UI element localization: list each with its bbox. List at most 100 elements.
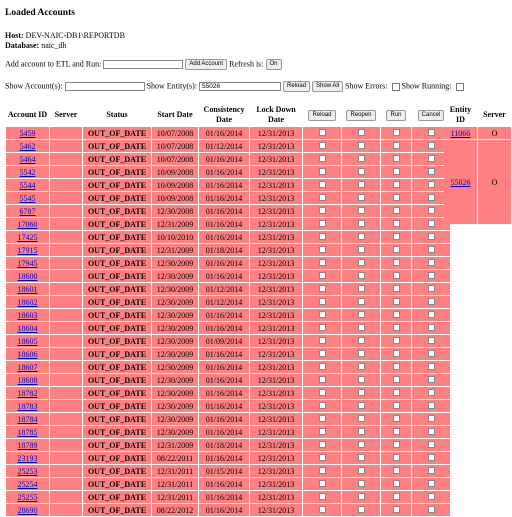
reopen-all-button[interactable]: Reopen [346, 109, 376, 121]
reopen-checkbox[interactable] [357, 440, 365, 448]
run-checkbox[interactable] [392, 232, 400, 240]
reopen-checkbox[interactable] [357, 167, 365, 175]
reopen-checkbox[interactable] [357, 362, 365, 370]
reopen-checkbox[interactable] [357, 336, 365, 344]
account-id-link[interactable]: 6787 [20, 207, 36, 216]
reopen-checkbox[interactable] [357, 401, 365, 409]
reopen-checkbox[interactable] [357, 193, 365, 201]
account-id-link[interactable]: 18604 [18, 324, 38, 333]
run-checkbox[interactable] [392, 297, 400, 305]
run-all-button[interactable]: Run [386, 109, 406, 121]
reload-checkbox[interactable] [318, 284, 326, 292]
reload-checkbox[interactable] [318, 323, 326, 331]
account-id-link[interactable]: 18608 [18, 376, 38, 385]
cancel-checkbox[interactable] [427, 219, 435, 227]
cancel-checkbox[interactable] [427, 258, 435, 266]
run-checkbox[interactable] [392, 219, 400, 227]
cancel-checkbox[interactable] [427, 388, 435, 396]
show-running-checkbox[interactable] [455, 82, 464, 91]
cancel-checkbox[interactable] [427, 427, 435, 435]
reopen-checkbox[interactable] [357, 258, 365, 266]
account-id-link[interactable]: 5544 [20, 181, 36, 190]
reload-checkbox[interactable] [318, 414, 326, 422]
reopen-checkbox[interactable] [357, 232, 365, 240]
reload-checkbox[interactable] [318, 219, 326, 227]
run-checkbox[interactable] [392, 154, 400, 162]
cancel-checkbox[interactable] [427, 167, 435, 175]
reload-checkbox[interactable] [318, 388, 326, 396]
run-checkbox[interactable] [392, 466, 400, 474]
account-id-link[interactable]: 18603 [18, 311, 38, 320]
cancel-checkbox[interactable] [427, 141, 435, 149]
cancel-all-button[interactable]: Cancel [417, 109, 445, 121]
account-id-link[interactable]: 18605 [18, 337, 38, 346]
reload-filter-button[interactable]: Reload [283, 81, 311, 92]
reload-checkbox[interactable] [318, 310, 326, 318]
add-account-button[interactable]: Add Account [185, 59, 228, 70]
account-id-link[interactable]: 25255 [18, 493, 38, 502]
cancel-checkbox[interactable] [427, 271, 435, 279]
cancel-checkbox[interactable] [427, 323, 435, 331]
account-id-link[interactable]: 18782 [18, 389, 38, 398]
reopen-checkbox[interactable] [357, 479, 365, 487]
reopen-checkbox[interactable] [357, 427, 365, 435]
account-id-link[interactable]: 25253 [18, 467, 38, 476]
cancel-checkbox[interactable] [427, 440, 435, 448]
reload-all-button[interactable]: Reload [308, 109, 336, 121]
reopen-checkbox[interactable] [357, 388, 365, 396]
reopen-checkbox[interactable] [357, 284, 365, 292]
account-id-link[interactable]: 25254 [18, 480, 38, 489]
run-checkbox[interactable] [392, 180, 400, 188]
account-id-link[interactable]: 5464 [20, 155, 36, 164]
cancel-checkbox[interactable] [427, 453, 435, 461]
entity-id-link[interactable]: 55026 [450, 178, 470, 187]
cancel-checkbox[interactable] [427, 245, 435, 253]
reopen-checkbox[interactable] [357, 323, 365, 331]
run-checkbox[interactable] [392, 414, 400, 422]
reload-checkbox[interactable] [318, 336, 326, 344]
entity-id-link[interactable]: 11066 [451, 129, 471, 138]
reload-checkbox[interactable] [318, 258, 326, 266]
show-accounts-input[interactable] [64, 82, 145, 91]
reopen-checkbox[interactable] [357, 141, 365, 149]
cancel-checkbox[interactable] [427, 505, 435, 513]
cancel-checkbox[interactable] [427, 362, 435, 370]
reopen-checkbox[interactable] [357, 492, 365, 500]
reload-checkbox[interactable] [318, 362, 326, 370]
account-id-link[interactable]: 18600 [18, 272, 38, 281]
cancel-checkbox[interactable] [427, 401, 435, 409]
account-id-link[interactable]: 18601 [18, 285, 38, 294]
refresh-toggle-button[interactable]: On [265, 59, 282, 70]
run-checkbox[interactable] [392, 349, 400, 357]
account-id-link[interactable]: 17945 [18, 259, 38, 268]
reopen-checkbox[interactable] [357, 180, 365, 188]
reload-checkbox[interactable] [318, 479, 326, 487]
run-checkbox[interactable] [392, 336, 400, 344]
reload-checkbox[interactable] [318, 141, 326, 149]
cancel-checkbox[interactable] [427, 310, 435, 318]
add-account-input[interactable] [103, 60, 184, 69]
show-errors-checkbox[interactable] [391, 82, 400, 91]
run-checkbox[interactable] [392, 479, 400, 487]
reopen-checkbox[interactable] [357, 466, 365, 474]
reopen-checkbox[interactable] [357, 219, 365, 227]
reload-checkbox[interactable] [318, 401, 326, 409]
cancel-checkbox[interactable] [427, 284, 435, 292]
account-id-link[interactable]: 5545 [20, 194, 36, 203]
cancel-checkbox[interactable] [427, 297, 435, 305]
run-checkbox[interactable] [392, 453, 400, 461]
reopen-checkbox[interactable] [357, 505, 365, 513]
run-checkbox[interactable] [392, 375, 400, 383]
reload-checkbox[interactable] [318, 154, 326, 162]
run-checkbox[interactable] [392, 167, 400, 175]
reload-checkbox[interactable] [318, 167, 326, 175]
cancel-checkbox[interactable] [427, 336, 435, 344]
reload-checkbox[interactable] [318, 440, 326, 448]
reload-checkbox[interactable] [318, 505, 326, 513]
cancel-checkbox[interactable] [427, 349, 435, 357]
run-checkbox[interactable] [392, 141, 400, 149]
cancel-checkbox[interactable] [427, 492, 435, 500]
cancel-checkbox[interactable] [427, 154, 435, 162]
run-checkbox[interactable] [392, 401, 400, 409]
reload-checkbox[interactable] [318, 193, 326, 201]
